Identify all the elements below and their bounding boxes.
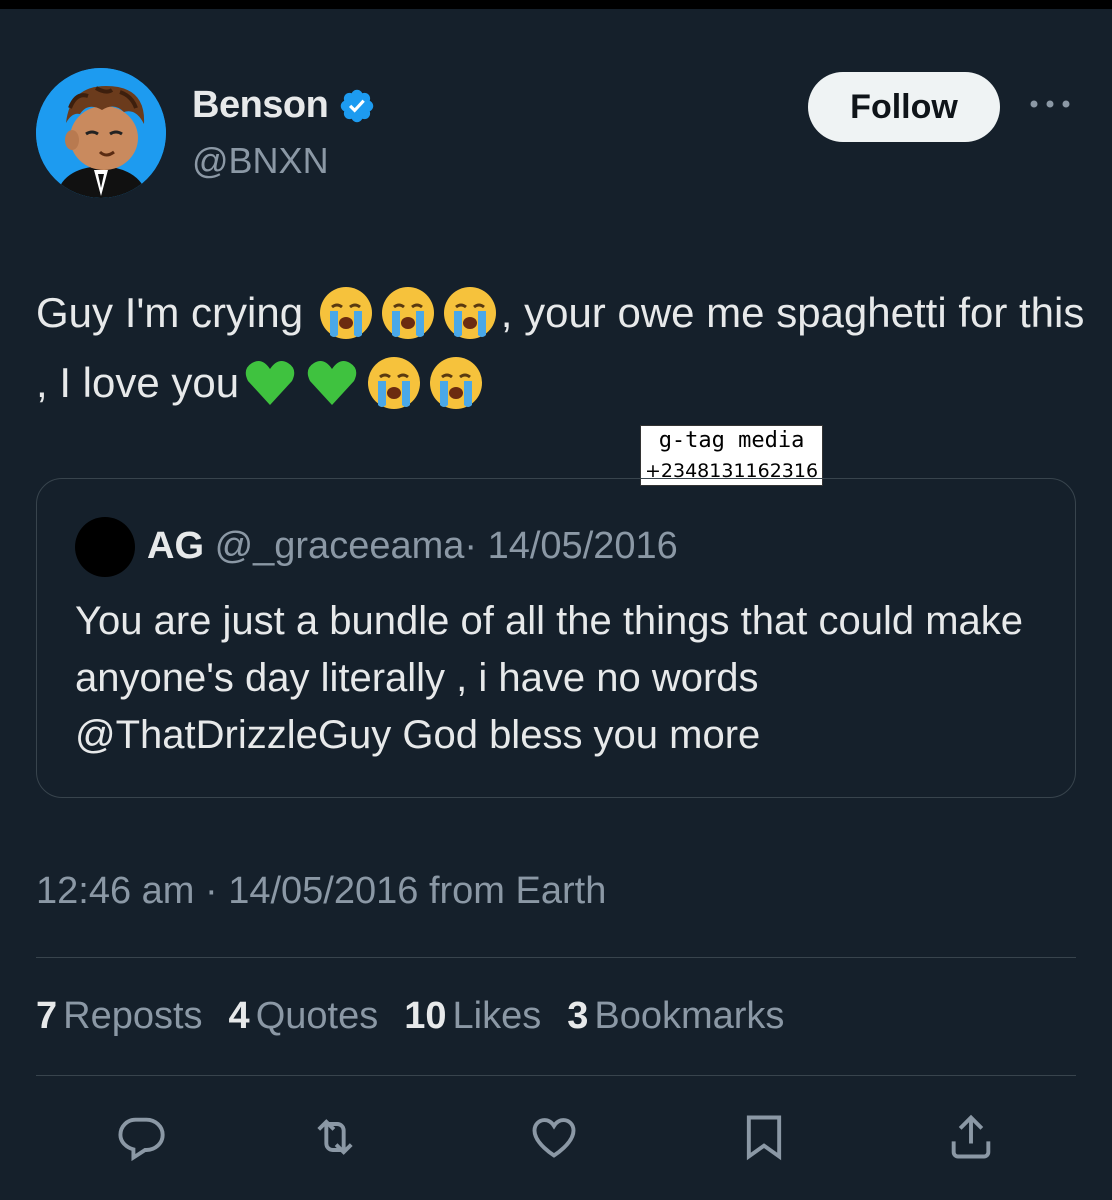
stat-bookmarks[interactable]: 3 Bookmarks	[567, 995, 784, 1038]
share-button[interactable]	[942, 1108, 1000, 1166]
tweet-text: Guy I'm crying , your owe me spaghetti f…	[36, 278, 1086, 418]
action-bar	[0, 1108, 1112, 1168]
stat-count: 3	[567, 995, 589, 1037]
follow-button[interactable]: Follow	[808, 72, 1000, 142]
author-avatar[interactable]	[36, 68, 166, 198]
loudly-crying-face-icon	[368, 357, 421, 409]
watermark: g-tag media +2348131162316	[640, 425, 824, 486]
like-icon	[532, 1118, 576, 1158]
divider	[36, 1075, 1076, 1076]
quote-date: · 14/05/2016	[464, 525, 678, 567]
reply-icon	[118, 1117, 165, 1162]
watermark-line1: g-tag media	[652, 426, 811, 456]
loudly-crying-face-icon	[319, 287, 372, 339]
author-handle[interactable]: @BNXN	[192, 140, 329, 182]
quote-author-handle[interactable]: @_graceeama	[215, 525, 465, 567]
top-status-bar	[0, 0, 1112, 9]
stat-likes[interactable]: 10 Likes	[404, 995, 541, 1038]
more-options-icon[interactable]	[1026, 92, 1074, 116]
tweet-timestamp: 12:46 am · 14/05/2016 from Earth	[36, 870, 607, 912]
share-icon	[951, 1114, 991, 1159]
stat-label: Bookmarks	[594, 995, 785, 1037]
loudly-crying-face-icon	[443, 287, 496, 339]
quote-header: AG @_graceeama· 14/05/2016	[147, 525, 678, 568]
stat-label: Reposts	[63, 995, 203, 1037]
divider	[36, 957, 1076, 958]
bookmark-button[interactable]	[735, 1108, 793, 1166]
quoted-tweet[interactable]: AG @_graceeama· 14/05/2016 You are just …	[36, 478, 1076, 798]
stat-count: 10	[404, 995, 447, 1037]
stat-quotes[interactable]: 4 Quotes	[229, 995, 379, 1038]
stat-count: 4	[228, 995, 250, 1037]
author-name-row: Benson	[192, 84, 376, 127]
stat-count: 7	[36, 995, 58, 1037]
author-name[interactable]: Benson	[192, 84, 329, 127]
bookmark-icon	[746, 1115, 782, 1161]
stat-reposts[interactable]: 7 Reposts	[36, 995, 203, 1038]
like-button[interactable]	[525, 1108, 583, 1166]
loudly-crying-face-icon	[430, 357, 483, 409]
quote-text: You are just a bundle of all the things …	[75, 599, 1024, 757]
quote-avatar[interactable]	[75, 517, 135, 577]
tweet-text-part1: Guy I'm crying	[36, 289, 315, 336]
stat-label: Likes	[452, 995, 542, 1037]
repost-button[interactable]	[306, 1108, 364, 1166]
quote-author-name[interactable]: AG	[147, 525, 204, 567]
engagement-stats: 7 Reposts 4 Quotes 10 Likes 3 Bookmarks	[36, 995, 784, 1038]
green-heart-icon	[307, 361, 357, 405]
repost-icon	[317, 1119, 353, 1155]
cartoon-avatar-icon	[36, 68, 166, 198]
verified-badge-icon	[341, 89, 374, 122]
green-heart-icon	[245, 361, 295, 405]
stat-label: Quotes	[255, 995, 379, 1037]
loudly-crying-face-icon	[381, 287, 434, 339]
reply-button[interactable]	[112, 1108, 170, 1166]
